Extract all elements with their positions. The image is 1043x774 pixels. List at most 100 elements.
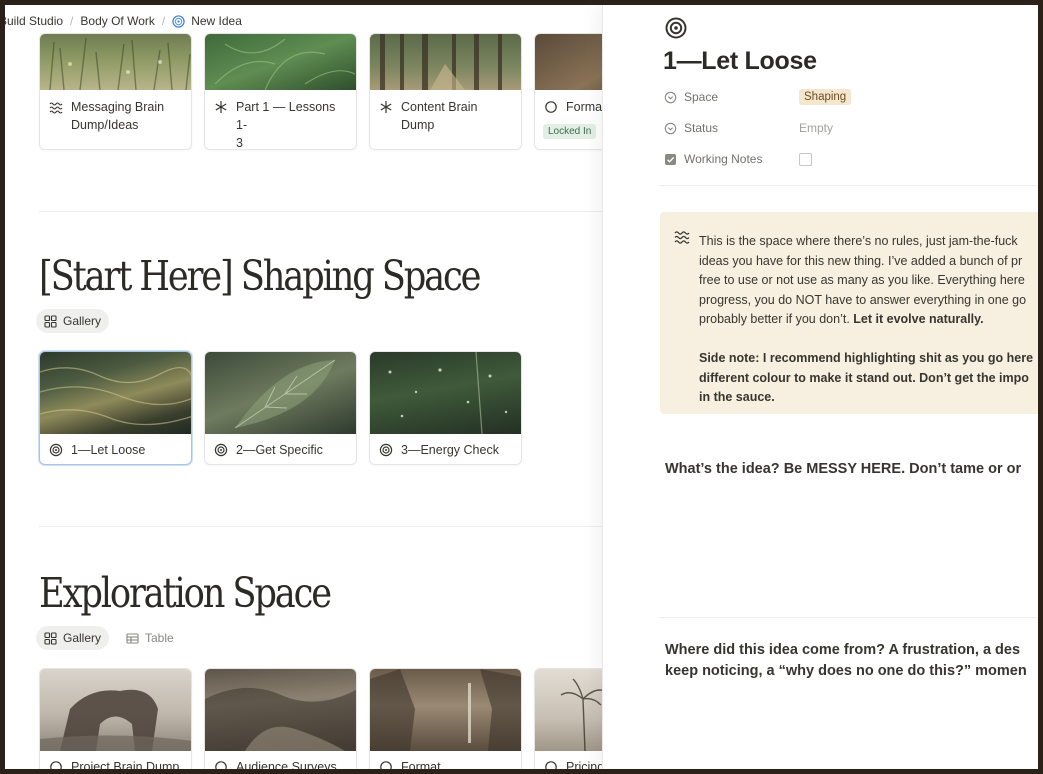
exploration-space-title: Exploration Space	[39, 569, 332, 617]
palm-cover	[560, 678, 602, 752]
question-line: keep noticing, a “why does no one do thi…	[665, 663, 1027, 679]
card-cover-image	[40, 34, 191, 91]
section-divider	[39, 211, 602, 212]
question-heading-origin[interactable]: Where did this idea come from? A frustra…	[665, 640, 1027, 682]
circle-icon	[380, 761, 392, 769]
working-notes-checkbox[interactable]	[799, 152, 812, 166]
card-cover-image	[40, 669, 191, 751]
cliff-cover	[370, 669, 521, 751]
spiral-icon	[172, 14, 185, 28]
card-title-line: Format	[566, 100, 602, 114]
callout-side-note: different colour to make it stand out. D…	[699, 370, 1029, 385]
card-cover-image	[535, 669, 602, 752]
card-cover-image	[40, 352, 191, 434]
page-title[interactable]: 1—Let Loose	[663, 47, 817, 76]
card-title-line: Messaging Brain	[71, 100, 165, 114]
breadcrumb-item-body-of-work[interactable]: Body Of Work	[80, 14, 154, 28]
circle-icon	[545, 101, 557, 113]
target-icon[interactable]	[664, 16, 688, 40]
water-cover	[40, 366, 191, 426]
property-value-working-notes	[799, 149, 812, 169]
gallery-card-pricing[interactable]: Pricing	[534, 668, 602, 769]
app-window: Build Studio / Body Of Work / New Idea M…	[5, 5, 1038, 769]
asterisk-icon	[380, 101, 392, 113]
card-title-text: 2—Get Specific	[236, 443, 323, 457]
breadcrumb-item-new-idea[interactable]: New Idea	[191, 14, 242, 28]
property-name: Space	[684, 90, 719, 104]
forest-cover	[380, 34, 502, 90]
database-page: Build Studio / Body Of Work / New Idea M…	[5, 5, 602, 769]
property-space[interactable]: Space	[664, 87, 718, 107]
card-title-text: Project Brain Dump	[71, 760, 180, 769]
card-cover-image	[535, 34, 602, 90]
asterisk-icon	[215, 101, 227, 113]
tab-table[interactable]: Table	[118, 626, 182, 650]
rock-arch-cover	[40, 689, 191, 751]
tab-gallery[interactable]: Gallery	[36, 626, 110, 650]
waves-icon	[674, 231, 690, 244]
circle-icon	[50, 761, 62, 769]
card-title: Messaging Brain Dump/Ideas	[49, 98, 183, 134]
table-icon	[126, 632, 139, 644]
property-name: Working Notes	[684, 152, 763, 166]
card-cover-image	[205, 352, 356, 434]
sparkle-water-cover	[388, 352, 508, 435]
card-title-text: Format	[401, 760, 441, 769]
card-title: Audience Surveys	[214, 758, 348, 769]
question-line: Where did this idea come from? A frustra…	[665, 642, 1021, 658]
select-property-icon	[664, 91, 677, 103]
callout-line: probably better if you don’t. Let it evo…	[699, 310, 1038, 330]
target-icon	[49, 443, 63, 457]
target-icon	[214, 443, 228, 457]
tab-gallery[interactable]: Gallery	[36, 309, 110, 333]
card-title: 1—Let Loose	[49, 441, 183, 459]
gallery-card-format[interactable]: Format Locked In	[534, 33, 602, 150]
card-title-text: Pricing	[566, 760, 602, 769]
target-icon	[379, 443, 393, 457]
callout-text: probably better if you don’t.	[699, 312, 850, 326]
card-title: Format	[544, 98, 602, 116]
card-title-line: Dump/Ideas	[71, 118, 139, 132]
status-property-icon	[664, 122, 677, 134]
card-title: Part 1 — Lessons 1- 3	[214, 98, 348, 150]
question-heading-idea[interactable]: What’s the idea? Be MESSY HERE. Don’t ta…	[665, 459, 1021, 480]
card-cover-image	[370, 669, 521, 751]
card-title-line: Dump	[401, 118, 435, 132]
gallery-card-project-brain-dump[interactable]: Project Brain Dump	[39, 668, 192, 769]
card-title-line: 3	[236, 136, 243, 150]
card-title: 2—Get Specific	[214, 441, 348, 459]
callout-line: ideas you have for this new thing. I’ve …	[699, 253, 1023, 268]
callout-line: progress, you do NOT have to answer ever…	[699, 292, 1027, 307]
gallery-card-energy-check[interactable]: 3—Energy Check	[369, 351, 522, 465]
tab-label: Gallery	[63, 314, 102, 328]
gallery-card-content-brain-dump[interactable]: Content Brain Dump	[369, 33, 522, 150]
callout-block[interactable]: This is the space where there’s no rules…	[660, 212, 1038, 414]
property-value-space[interactable]: Shaping	[799, 87, 852, 107]
gallery-card-messaging-brain-dump[interactable]: Messaging Brain Dump/Ideas	[39, 33, 192, 150]
property-working-notes[interactable]: Working Notes	[664, 149, 762, 169]
property-status[interactable]: Status	[664, 118, 718, 138]
gallery-card-audience-surveys[interactable]: Audience Surveys	[204, 668, 357, 769]
leaf-cover	[234, 359, 336, 429]
breadcrumb-separator: /	[161, 14, 166, 28]
tab-label: Table	[145, 631, 174, 645]
card-title-line: Content Brain	[401, 100, 478, 114]
breadcrumb: Build Studio / Body Of Work / New Idea	[5, 10, 242, 32]
fern-cover	[214, 38, 356, 91]
gallery-card-format-exploration[interactable]: Format	[369, 668, 522, 769]
gallery-icon	[44, 631, 57, 645]
breadcrumb-item-build-studio[interactable]: Build Studio	[5, 14, 63, 28]
gallery-card-part-1-lessons[interactable]: Part 1 — Lessons 1- 3	[204, 33, 357, 150]
checkbox-property-icon	[665, 153, 676, 165]
properties-divider	[659, 185, 1038, 186]
canyon-cover	[205, 687, 356, 751]
gallery-card-get-specific[interactable]: 2—Get Specific	[204, 351, 357, 465]
card-title-text: Audience Surveys	[236, 760, 337, 769]
property-value-status[interactable]: Empty	[799, 118, 833, 138]
grass-cover	[49, 37, 191, 91]
callout-line: free to use or not use as many as you li…	[699, 273, 1025, 287]
shaping-space-title: [Start Here] Shaping Space	[39, 252, 481, 300]
gallery-card-let-loose[interactable]: 1—Let Loose	[39, 351, 192, 465]
locked-in-tag: Locked In	[543, 124, 597, 139]
card-title-text: 1—Let Loose	[71, 443, 146, 457]
